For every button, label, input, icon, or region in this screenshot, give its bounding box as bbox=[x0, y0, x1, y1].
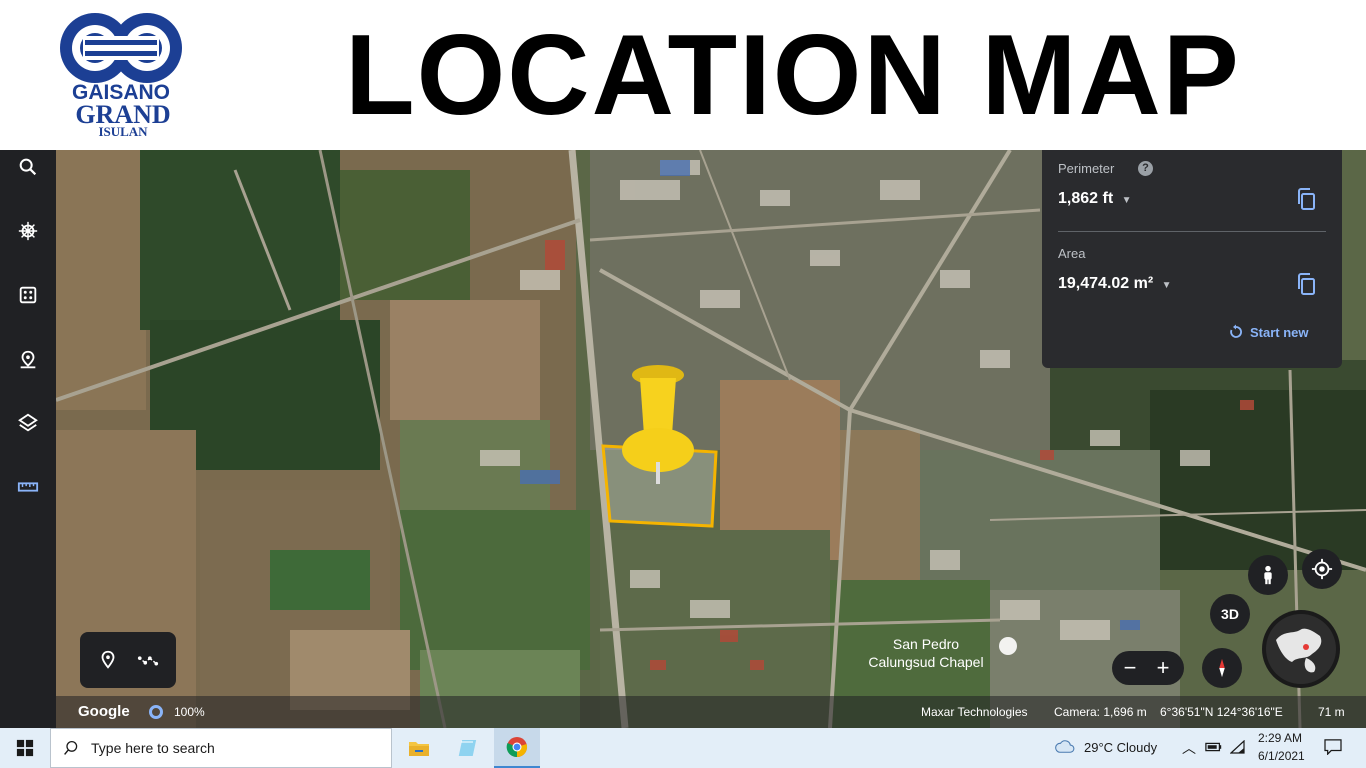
battery-icon[interactable] bbox=[1205, 740, 1223, 759]
street-view-pegman-button[interactable] bbox=[1248, 555, 1288, 595]
mini-globe[interactable] bbox=[1262, 610, 1340, 688]
notepad-taskbar-button[interactable] bbox=[444, 728, 490, 768]
measure-button[interactable] bbox=[8, 467, 48, 507]
draw-path-button[interactable] bbox=[134, 646, 162, 674]
copy-icon bbox=[1298, 188, 1315, 210]
perimeter-value: 1,862 ft bbox=[1058, 190, 1114, 207]
target-location-icon bbox=[1311, 558, 1333, 580]
copy-icon bbox=[1298, 273, 1315, 295]
search-icon bbox=[64, 740, 78, 755]
measure-ruler-icon bbox=[17, 482, 39, 492]
notifications-icon[interactable] bbox=[1324, 739, 1342, 760]
taskbar-search-box[interactable]: Type here to search bbox=[50, 728, 392, 768]
left-toolbar bbox=[0, 150, 56, 728]
feeling-lucky-dice-icon bbox=[19, 286, 37, 304]
start-new-button[interactable]: Start new bbox=[1228, 324, 1309, 340]
header: GAISANO GRAND ISULAN LOCATION MAP bbox=[0, 0, 1366, 150]
restart-icon bbox=[1230, 324, 1242, 338]
voyager-button[interactable] bbox=[8, 211, 48, 251]
perimeter-label: Perimeter bbox=[1058, 161, 1115, 176]
projects-pin-icon bbox=[20, 350, 36, 369]
loading-progress-ring-icon bbox=[149, 705, 163, 719]
zoom-in-button[interactable]: + bbox=[1148, 654, 1178, 682]
chrome-taskbar-button[interactable] bbox=[494, 728, 540, 768]
windows-taskbar: Type here to search 29°C Cloudy ︿ 2:29 A… bbox=[0, 728, 1366, 768]
folder-icon bbox=[409, 742, 429, 756]
projects-button[interactable] bbox=[8, 340, 48, 380]
search-placeholder: Type here to search bbox=[91, 740, 215, 756]
add-placemark-button[interactable] bbox=[94, 646, 122, 674]
clock-date[interactable]: 6/1/2021 bbox=[1258, 749, 1305, 763]
wifi-signal-icon[interactable] bbox=[1229, 739, 1246, 759]
map-style-button[interactable] bbox=[8, 403, 48, 443]
google-brand: Google bbox=[78, 703, 130, 720]
camera-altitude: Camera: 1,696 m bbox=[1054, 705, 1147, 719]
coordinates: 6°36'51"N 124°36'16"E bbox=[1160, 705, 1283, 719]
feeling-lucky-button[interactable] bbox=[8, 275, 48, 315]
notepad-icon bbox=[458, 740, 477, 756]
area-value-dropdown[interactable]: 19,474.02 m² ▼ bbox=[1058, 275, 1172, 293]
clock-time[interactable]: 2:29 AM bbox=[1258, 731, 1302, 745]
map-style-layers-icon bbox=[18, 413, 38, 432]
area-value: 19,474.02 m² bbox=[1058, 275, 1154, 292]
help-icon[interactable]: ? bbox=[1138, 161, 1153, 176]
scale-value: 71 m bbox=[1318, 705, 1345, 719]
gaisano-grand-logo: GAISANO GRAND ISULAN bbox=[55, 8, 195, 140]
toggle-3d-button[interactable]: 3D bbox=[1210, 594, 1250, 634]
copy-area-button[interactable] bbox=[1294, 272, 1318, 296]
start-new-label: Start new bbox=[1250, 324, 1309, 340]
compass-icon bbox=[1219, 658, 1225, 678]
zoom-controls: − + bbox=[1112, 651, 1184, 685]
file-explorer-taskbar-button[interactable] bbox=[396, 728, 442, 768]
path-icon bbox=[137, 656, 159, 666]
compass-button[interactable] bbox=[1202, 648, 1242, 688]
area-label: Area bbox=[1058, 246, 1086, 261]
zoom-percent: 100% bbox=[174, 705, 205, 719]
panel-divider bbox=[1058, 231, 1326, 232]
map-status-bar: Google 100% Maxar Technologies Camera: 1… bbox=[56, 696, 1366, 728]
globe-icon bbox=[1266, 614, 1336, 684]
start-button[interactable] bbox=[0, 728, 50, 768]
search-icon bbox=[19, 158, 37, 176]
caret-down-icon: ▼ bbox=[1161, 280, 1172, 291]
placemark-icon bbox=[101, 650, 115, 669]
page-title: LOCATION MAP bbox=[345, 12, 1241, 139]
weather-icon bbox=[1054, 738, 1076, 759]
voyager-wheel-icon bbox=[18, 221, 38, 241]
imagery-attribution[interactable]: Maxar Technologies bbox=[921, 705, 1028, 719]
zoom-out-button[interactable]: − bbox=[1115, 654, 1145, 682]
weather-text[interactable]: 29°C Cloudy bbox=[1084, 740, 1157, 755]
svg-text:ISULAN: ISULAN bbox=[98, 124, 148, 139]
draw-controls bbox=[80, 632, 176, 688]
chapel-label-line2: Calungsud Chapel bbox=[868, 654, 983, 670]
search-button[interactable] bbox=[8, 147, 48, 187]
show-hidden-icons-chevron-icon[interactable]: ︿ bbox=[1182, 738, 1196, 758]
chrome-icon bbox=[506, 737, 528, 758]
pegman-icon bbox=[1264, 565, 1272, 585]
windows-logo-icon bbox=[16, 739, 34, 757]
caret-down-icon: ▼ bbox=[1121, 195, 1132, 206]
my-location-button[interactable] bbox=[1302, 549, 1342, 589]
copy-perimeter-button[interactable] bbox=[1294, 187, 1318, 211]
perimeter-value-dropdown[interactable]: 1,862 ft ▼ bbox=[1058, 190, 1132, 208]
measure-panel: Perimeter ? 1,862 ft ▼ Area 19,474.02 m²… bbox=[1042, 150, 1342, 368]
chapel-label-line1: San Pedro bbox=[893, 636, 959, 652]
